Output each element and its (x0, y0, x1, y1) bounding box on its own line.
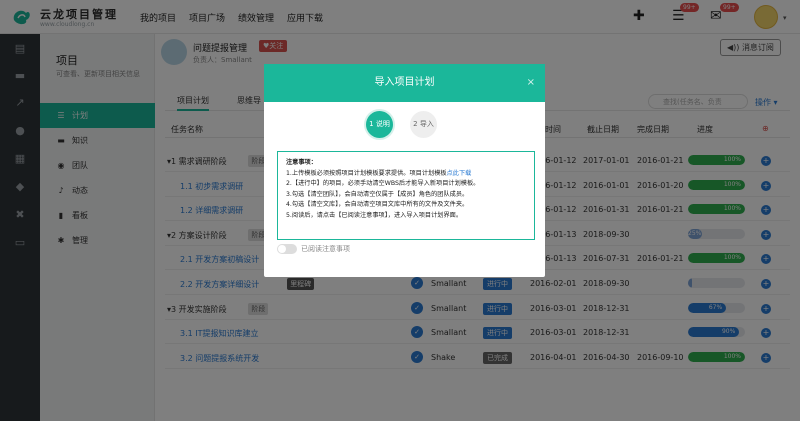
step-instructions[interactable]: 1 说明 (366, 111, 393, 138)
notice-line-1-text: 1.上传模板必须按照项目计划模板要求提供。项目计划模板 (286, 169, 447, 177)
modal-title: 导入项目计划 (374, 77, 435, 88)
step-indicator: 1 说明 2 导入 (264, 111, 545, 139)
notice-line-1: 1.上传模板必须按照项目计划模板要求提供。项目计划模板点此下载 (286, 169, 526, 180)
modal-header: 导入项目计划 × (264, 64, 545, 102)
agree-label: 已阅读注意事项 (301, 245, 350, 253)
notice-line-2: 2.【进行中】的项目，必须手动清空WBS后才能导入新项目计划模板。 (286, 180, 480, 188)
step-import[interactable]: 2 导入 (410, 111, 437, 138)
import-plan-modal: 导入项目计划 × 1 说明 2 导入 注意事项： 1.上传模板必须按照项目计划模… (264, 64, 545, 277)
template-download-link[interactable]: 点此下载 (447, 170, 472, 177)
notice-line-4: 4.勾选【清空文库】，会自动清空项目文库中所有的文件及文件夹。 (286, 201, 469, 209)
close-icon[interactable]: × (527, 64, 535, 102)
notice-line-3: 3.勾选【清空团队】，会自动清空仅属于【成员】角色的团队成员。 (286, 190, 469, 198)
notice-line-5: 5.阅读后，请点击【已阅读注意事项】，进入导入项目计划界面。 (286, 211, 463, 219)
agree-toggle[interactable] (277, 244, 297, 254)
agree-row: 已阅读注意事项 (277, 244, 350, 254)
notice-box: 注意事项： 1.上传模板必须按照项目计划模板要求提供。项目计划模板点此下载 2.… (277, 151, 535, 240)
notice-title: 注意事项： (286, 159, 317, 166)
